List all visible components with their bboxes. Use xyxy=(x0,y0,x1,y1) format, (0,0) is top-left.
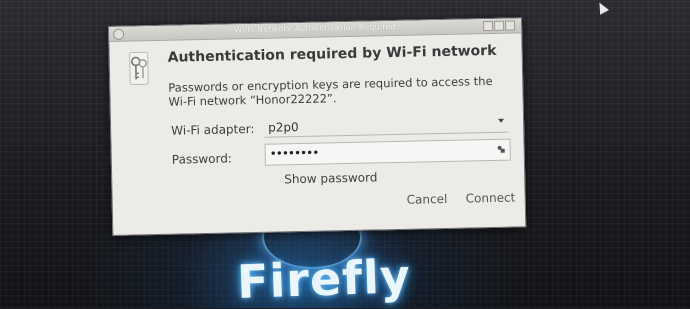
dialog-description: Passwords or encryption keys are require… xyxy=(168,74,509,109)
keys-icon xyxy=(124,51,155,86)
password-value: •••••••• xyxy=(270,146,319,161)
connect-button[interactable]: Connect xyxy=(460,188,522,207)
show-password-checkbox[interactable]: Show password xyxy=(284,170,377,186)
minimize-icon[interactable] xyxy=(483,21,493,31)
dialog-heading: Authentication required by Wi-Fi network xyxy=(168,43,497,66)
key-icon[interactable] xyxy=(497,145,506,154)
wifi-adapter-select[interactable]: p2p0 xyxy=(264,112,508,138)
wifi-auth-dialog: Wi-Fi Network Authentication Required Au… xyxy=(108,17,526,236)
chevron-down-icon xyxy=(498,119,504,123)
wifi-adapter-value: p2p0 xyxy=(268,120,299,135)
mouse-cursor-icon xyxy=(595,0,609,14)
maximize-icon[interactable] xyxy=(494,21,504,31)
password-input[interactable]: •••••••• xyxy=(265,139,511,166)
password-label: Password: xyxy=(172,151,232,166)
close-icon[interactable] xyxy=(505,20,515,30)
desktop-brand-logo: Firefly xyxy=(236,249,412,309)
cancel-button[interactable]: Cancel xyxy=(401,190,454,209)
wifi-adapter-label: Wi-Fi adapter: xyxy=(171,122,255,138)
